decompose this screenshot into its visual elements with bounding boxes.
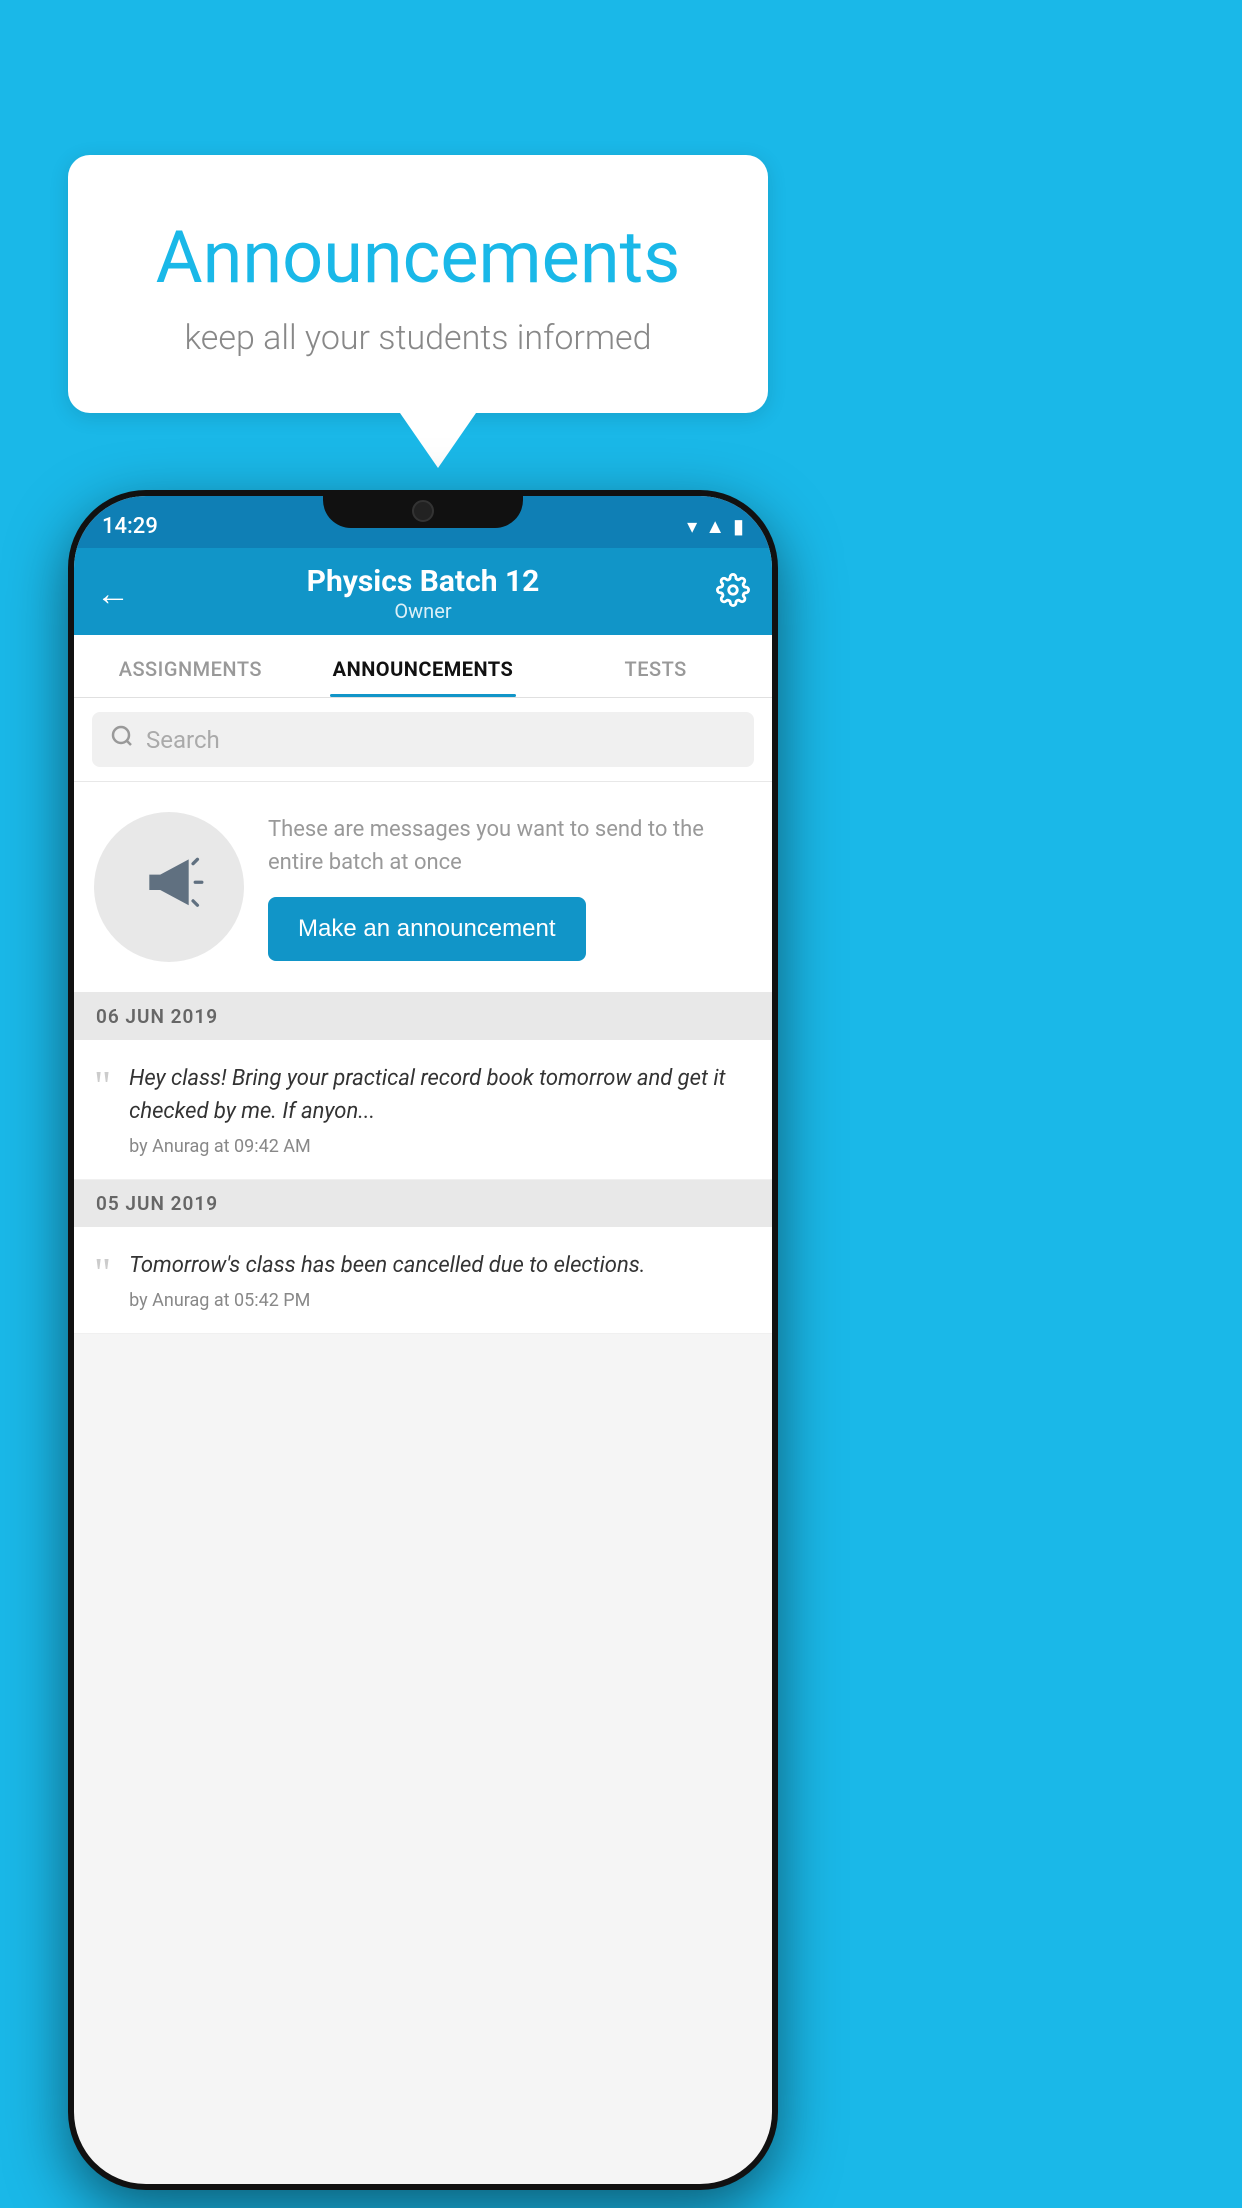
signal-icon: ▲ [705,514,725,539]
status-time: 14:29 [102,514,158,539]
announcement-author-2: by Anurag at 05:42 PM [129,1290,752,1311]
phone-screen: 14:29 ▾ ▲ ▮ ← Physics Batch 12 Owner [74,496,772,2184]
search-container: Search [74,698,772,782]
search-placeholder: Search [146,726,220,754]
announcement-author-1: by Anurag at 09:42 AM [129,1136,752,1157]
announcement-message-2: Tomorrow's class has been cancelled due … [129,1249,752,1282]
wifi-icon: ▾ [687,514,697,538]
announcement-icon-circle [94,812,244,962]
announcement-message-1: Hey class! Bring your practical record b… [129,1062,752,1128]
announcement-item-2[interactable]: " Tomorrow's class has been cancelled du… [74,1227,772,1334]
speech-bubble-wrapper: Announcements keep all your students inf… [68,155,768,468]
date-divider-2: 05 JUN 2019 [74,1180,772,1227]
speech-bubble-subtitle: keep all your students informed [118,318,718,358]
speech-bubble: Announcements keep all your students inf… [68,155,768,413]
date-divider-1: 06 JUN 2019 [74,993,772,1040]
speech-bubble-title: Announcements [118,215,718,300]
announcement-content-2: Tomorrow's class has been cancelled due … [129,1249,752,1311]
cta-description: These are messages you want to send to t… [268,813,752,879]
announcement-item-1[interactable]: " Hey class! Bring your practical record… [74,1040,772,1180]
make-announcement-button[interactable]: Make an announcement [268,897,586,961]
announcement-content-1: Hey class! Bring your practical record b… [129,1062,752,1157]
megaphone-icon [134,844,204,931]
app-header: ← Physics Batch 12 Owner [74,548,772,635]
front-camera [412,500,434,522]
header-title: Physics Batch 12 [307,564,540,599]
tab-assignments[interactable]: ASSIGNMENTS [74,635,307,697]
cta-right: These are messages you want to send to t… [268,813,752,961]
header-subtitle: Owner [307,599,540,623]
tabs-bar: ASSIGNMENTS ANNOUNCEMENTS TESTS [74,635,772,698]
search-icon [110,724,134,755]
status-icons: ▾ ▲ ▮ [687,514,744,539]
phone-notch [323,490,523,528]
quote-icon-2: " [94,1253,111,1295]
speech-bubble-tail [400,413,476,468]
tab-announcements[interactable]: ANNOUNCEMENTS [307,635,540,697]
header-center: Physics Batch 12 Owner [307,564,540,623]
quote-icon: " [94,1066,111,1108]
search-bar[interactable]: Search [92,712,754,767]
phone-frame: 14:29 ▾ ▲ ▮ ← Physics Batch 12 Owner [68,490,778,2190]
tab-tests[interactable]: TESTS [539,635,772,697]
settings-icon[interactable] [716,573,750,615]
cta-section: These are messages you want to send to t… [74,782,772,993]
back-button[interactable]: ← [96,574,130,614]
battery-icon: ▮ [733,514,744,538]
